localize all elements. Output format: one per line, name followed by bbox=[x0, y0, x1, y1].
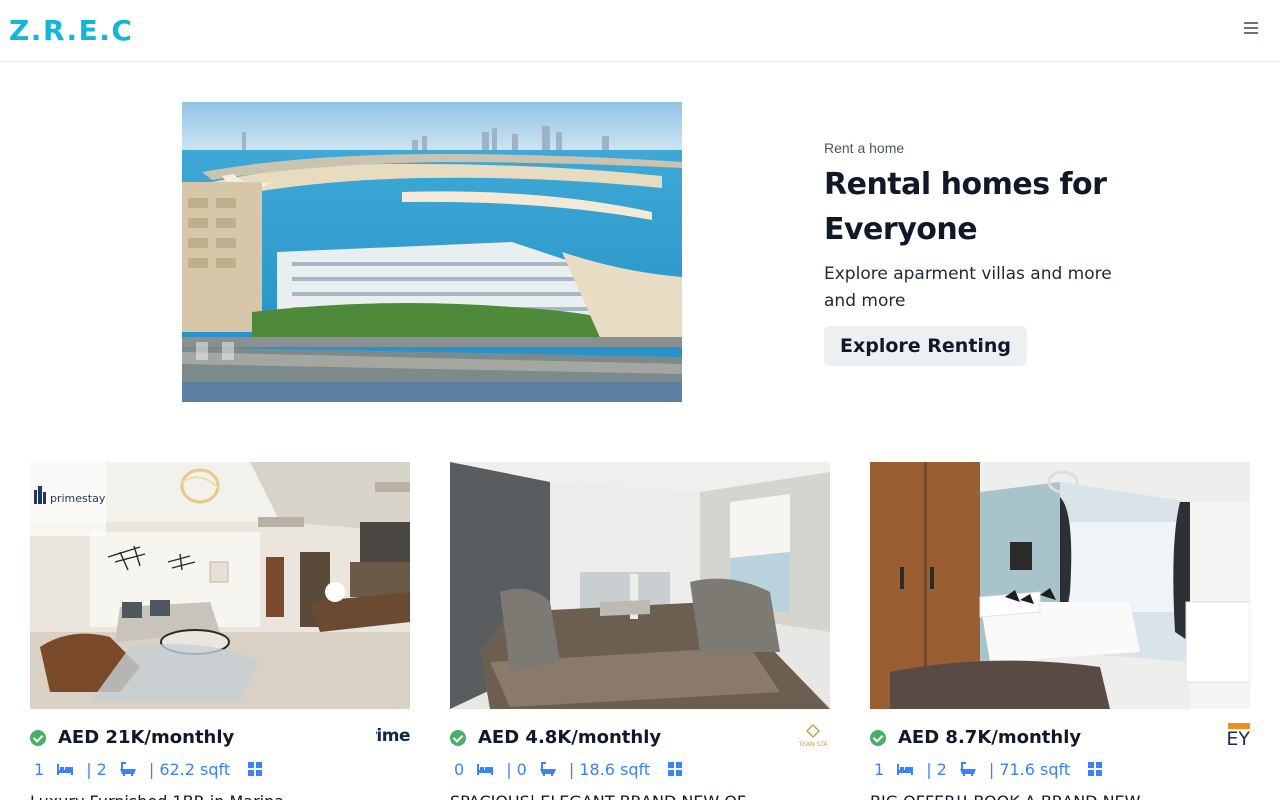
baths-count: | 2 bbox=[86, 759, 107, 779]
listing-price: AED 8.7K/monthly bbox=[898, 727, 1082, 748]
hero-photo bbox=[182, 102, 682, 402]
verified-check-icon bbox=[870, 730, 886, 746]
listing-image[interactable]: primestay bbox=[30, 462, 410, 709]
carousel-dot[interactable] bbox=[196, 342, 208, 360]
bathtub-icon bbox=[119, 762, 136, 776]
explore-renting-button[interactable]: Explore Renting bbox=[824, 326, 1028, 366]
hero-subtitle: Explore aparment villas and more and mor… bbox=[824, 261, 1134, 315]
grid-icon[interactable] bbox=[248, 762, 263, 776]
listing-image[interactable] bbox=[870, 462, 1250, 709]
listing-photo bbox=[870, 462, 1250, 709]
primestay-watermark: primestay bbox=[50, 492, 106, 505]
agency-logo-text: EY bbox=[1226, 728, 1250, 750]
agency-logo[interactable]: rime bbox=[376, 721, 410, 751]
hero-carousel-image[interactable] bbox=[182, 102, 682, 402]
bed-icon bbox=[897, 764, 914, 775]
agency-logo-text: rime bbox=[376, 726, 410, 746]
verified-check-icon bbox=[450, 730, 466, 746]
listing-price: AED 4.8K/monthly bbox=[478, 727, 662, 748]
grid-icon[interactable] bbox=[668, 762, 683, 776]
hero-subtitle-line2: and more bbox=[824, 291, 906, 311]
listing-image[interactable] bbox=[450, 462, 830, 709]
carousel-indicators[interactable] bbox=[196, 342, 234, 360]
grid-icon[interactable] bbox=[1088, 762, 1103, 776]
hero-title-line1: Rental homes for bbox=[824, 167, 1107, 202]
hamburger-menu-icon[interactable] bbox=[1244, 22, 1258, 34]
listing-header-row: AED 8.7K/monthly EY bbox=[870, 723, 1250, 749]
agency-logo[interactable]: EY bbox=[1216, 721, 1250, 751]
hero-eyebrow: Rent a home bbox=[824, 140, 905, 156]
beds-count: 1 bbox=[34, 759, 45, 779]
verified-check-icon bbox=[30, 730, 46, 746]
hero-subtitle-line1: Explore aparment villas and more bbox=[824, 264, 1112, 284]
listing-facts: 1 | 2 | 62.2 sqft bbox=[30, 759, 410, 779]
area-value: | 71.6 sqft bbox=[988, 759, 1071, 779]
listing-title[interactable]: SPACIOUS| ELEGANT BRAND NEW OF bbox=[450, 792, 830, 800]
bathtub-icon bbox=[959, 762, 976, 776]
agency-logo-text: TEAN STA bbox=[797, 741, 828, 748]
hero-text-block: Rent a home Rental homes for Everyone Ex… bbox=[824, 138, 1134, 366]
bed-icon bbox=[477, 764, 494, 775]
listing-card[interactable]: AED 4.8K/monthly TEAN STA 0 | 0 | 18.6 s… bbox=[450, 462, 830, 800]
bed-icon bbox=[57, 764, 74, 775]
listing-card[interactable]: AED 8.7K/monthly EY 1 | 2 | 71.6 sqft BI… bbox=[870, 462, 1250, 800]
agency-emblem-icon: TEAN STA bbox=[797, 723, 828, 748]
beds-count: 0 bbox=[454, 759, 465, 779]
site-logo[interactable]: Z.R.E.C bbox=[9, 14, 133, 47]
listing-title[interactable]: BIG OFFER!! BOOK A BRAND NEW bbox=[870, 792, 1250, 800]
bathtub-icon bbox=[539, 762, 556, 776]
listing-facts: 1 | 2 | 71.6 sqft bbox=[870, 759, 1250, 779]
baths-count: | 2 bbox=[926, 759, 947, 779]
carousel-dot[interactable] bbox=[222, 342, 234, 360]
area-value: | 18.6 sqft bbox=[568, 759, 651, 779]
listing-header-row: AED 21K/monthly rime bbox=[30, 726, 410, 749]
listing-photo bbox=[450, 462, 830, 709]
agency-logo-mark: EY bbox=[1216, 721, 1250, 751]
listing-header-row: AED 4.8K/monthly TEAN STA bbox=[450, 723, 830, 749]
listing-photo: primestay bbox=[30, 462, 410, 709]
listing-card[interactable]: primestay AED 21K/monthly rime 1 | 2 | 6… bbox=[30, 462, 410, 800]
listing-price: AED 21K/monthly bbox=[58, 727, 235, 748]
hero-title-line2: Everyone bbox=[824, 212, 978, 247]
hero-title: Rental homes for Everyone bbox=[824, 162, 1134, 252]
agency-logo[interactable]: TEAN STA bbox=[796, 721, 830, 751]
beds-count: 1 bbox=[874, 759, 885, 779]
listing-facts: 0 | 0 | 18.6 sqft bbox=[450, 759, 830, 779]
baths-count: | 0 bbox=[506, 759, 527, 779]
area-value: | 62.2 sqft bbox=[148, 759, 231, 779]
site-header: Z.R.E.C bbox=[0, 0, 1280, 62]
listing-title[interactable]: Luxury Furnished 1BR in Marina bbox=[30, 792, 410, 800]
